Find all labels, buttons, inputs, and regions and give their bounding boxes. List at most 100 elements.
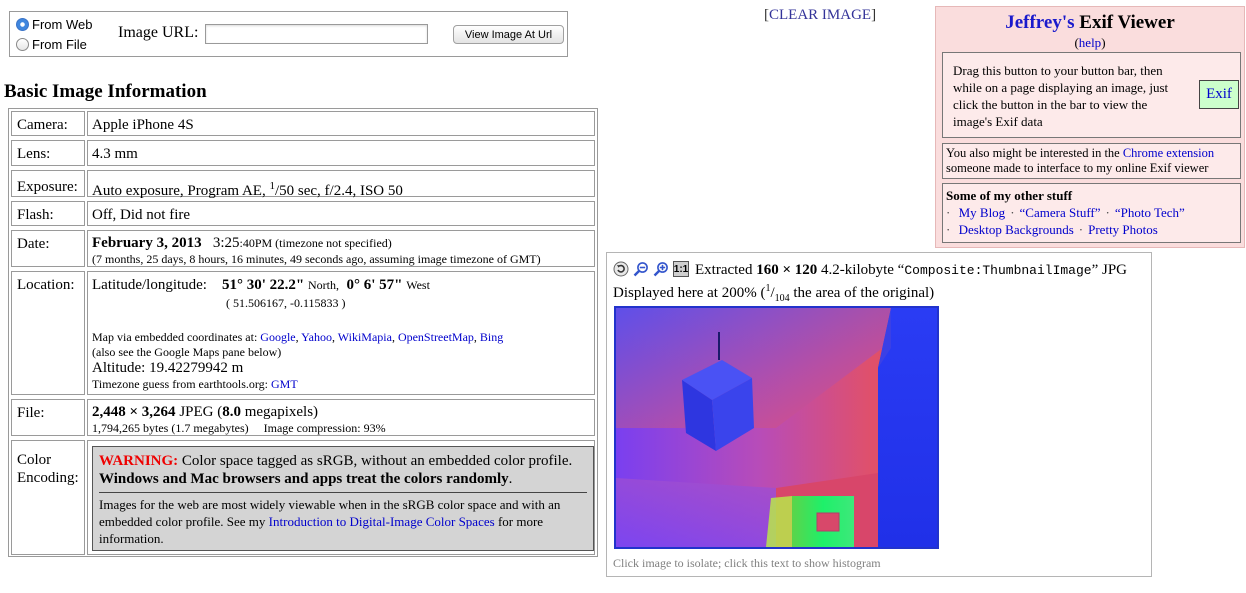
- other-stuff-title: Some of my other stuff: [946, 188, 1073, 203]
- date-label: Date:: [11, 230, 85, 267]
- map-link-google[interactable]: Google: [260, 330, 295, 344]
- title-rest: Exif Viewer: [1074, 12, 1175, 33]
- shutter-rest: /50 sec, f/2.4, ISO 50: [274, 183, 403, 199]
- view-image-button[interactable]: View Image At Url: [453, 25, 564, 44]
- file-value: 2,448 × 3,264 JPEG (8.0 megapixels) 1,79…: [87, 399, 595, 436]
- latitude-value: 51° 30' 22.2": [221, 277, 305, 293]
- thumbnail-image[interactable]: [614, 306, 939, 549]
- color-encoding-value: WARNING: Color space tagged as sRGB, wit…: [87, 440, 595, 555]
- latitude-dir: North,: [307, 278, 339, 292]
- latlon-decimal: ( 51.506167, -0.115833 ): [226, 296, 346, 310]
- thumbnail-toolbar: 1:1: [613, 261, 689, 277]
- displayed-text: Displayed here at 200% (: [613, 285, 766, 301]
- file-dimensions: 2,448 × 3,264: [92, 404, 176, 420]
- date-row: Date: February 3, 2013 3:25:40PM (timezo…: [9, 228, 597, 269]
- latlon-label: Latitude/longitude:: [92, 277, 207, 293]
- radio-selected-icon: [16, 18, 29, 31]
- color-label-line2: Encoding:: [17, 470, 79, 486]
- zoom-out-icon[interactable]: [633, 261, 649, 277]
- timezone-link[interactable]: GMT: [271, 377, 298, 391]
- basic-info-heading: Basic Image Information: [4, 81, 207, 102]
- camera-value: Apple iPhone 4S: [87, 111, 595, 136]
- file-row: File: 2,448 × 3,264 JPEG (8.0 megapixels…: [9, 397, 597, 438]
- longitude-dir: West: [406, 278, 430, 292]
- thumbnail-description: Extracted 160 × 120 4.2-kilobyte “Compos…: [695, 262, 1127, 279]
- thumbnail-format: ” JPG: [1091, 262, 1128, 278]
- image-source-form: From Web From File Image URL: View Image…: [9, 11, 568, 57]
- help-line: (help): [936, 35, 1244, 51]
- file-compression: Image compression: 93%: [263, 421, 386, 435]
- thumbnail-kb: 4.2-kilobyte “: [817, 262, 905, 278]
- from-web-radio[interactable]: From Web: [16, 17, 92, 32]
- lens-row: Lens: 4.3 mm: [9, 138, 597, 168]
- owner-name: Jeffrey's: [1005, 12, 1075, 33]
- file-bytes: 1,794,265 bytes (1.7 megabytes): [92, 421, 249, 435]
- help-paren-close: ): [1101, 35, 1106, 50]
- lens-label: Lens:: [11, 140, 85, 166]
- from-web-label: From Web: [32, 17, 93, 32]
- panel-title: Jeffrey's Exif Viewer: [936, 12, 1244, 34]
- location-label: Location:: [11, 271, 85, 395]
- exposure-mode: Auto exposure, Program AE,: [92, 183, 270, 199]
- lens-value: 4.3 mm: [87, 140, 595, 166]
- color-label-line1: Color: [17, 452, 52, 468]
- map-link-bing[interactable]: Bing: [480, 330, 503, 344]
- camera-label: Camera:: [11, 111, 85, 136]
- warning-more: Images for the web are most widely viewa…: [99, 496, 587, 547]
- map-link-yahoo[interactable]: Yahoo: [301, 330, 332, 344]
- thumbnail-zoom-note: Displayed here at 200% (1/104 the area o…: [613, 283, 935, 304]
- exposure-row: Exposure: Auto exposure, Program AE, 1/5…: [9, 168, 597, 199]
- exposure-label: Exposure:: [11, 170, 85, 197]
- map-via-text: Map via embedded coordinates at:: [92, 330, 258, 344]
- exif-bookmarklet-button[interactable]: Exif: [1199, 80, 1239, 109]
- from-file-radio[interactable]: From File: [16, 37, 87, 52]
- maps-pane-note: (also see the Google Maps pane below): [92, 345, 282, 359]
- map-link-wikimapia[interactable]: WikiMapia: [338, 330, 392, 344]
- my-blog-link[interactable]: My Blog: [959, 205, 1006, 220]
- altitude-value: Altitude: 19.42279942 m: [92, 360, 244, 376]
- chrome-extension-box: You also might be interested in the Chro…: [942, 143, 1241, 179]
- bracket-close: ]: [871, 7, 877, 23]
- file-megapixels-unit: megapixels): [240, 404, 319, 420]
- extracted-text: Extracted: [695, 262, 757, 278]
- photo-tech-link[interactable]: “Photo Tech”: [1115, 205, 1185, 220]
- pretty-photos-link[interactable]: Pretty Photos: [1088, 222, 1158, 237]
- other-stuff-box: Some of my other stuff · My Blog · “Camera…: [942, 183, 1241, 243]
- desktop-backgrounds-link[interactable]: Desktop Backgrounds: [959, 222, 1074, 237]
- rotate-icon[interactable]: [613, 261, 629, 277]
- time-main: 3:25: [212, 235, 240, 251]
- warning-divider: [99, 492, 587, 493]
- fraction-denominator: 104: [774, 293, 790, 304]
- thumbnail-size: 160 × 120: [756, 262, 818, 278]
- exif-viewer-panel: Jeffrey's Exif Viewer (help) Drag this b…: [935, 6, 1245, 248]
- flash-label: Flash:: [11, 201, 85, 226]
- thumbnail-tag: Composite:ThumbnailImage: [904, 263, 1092, 278]
- timezone-text: Timezone guess from earthtools.org:: [92, 377, 268, 391]
- zoom-in-icon[interactable]: [653, 261, 669, 277]
- time-rest: :40PM (timezone not specified): [239, 236, 392, 250]
- color-warning-box: WARNING: Color space tagged as sRGB, wit…: [92, 446, 594, 551]
- date-value: February 3, 2013 3:25:40PM (timezone not…: [87, 230, 595, 267]
- camera-stuff-link[interactable]: “Camera Stuff”: [1020, 205, 1101, 220]
- color-encoding-label: Color Encoding:: [11, 440, 85, 555]
- warning-bold: Windows and Mac browsers and apps treat …: [99, 471, 509, 487]
- clear-image-link[interactable]: CLEAR IMAGE: [769, 7, 871, 23]
- image-url-input[interactable]: [205, 24, 428, 44]
- warning-title: WARNING:: [99, 453, 179, 469]
- clear-image-link-wrap: [CLEAR IMAGE]: [764, 7, 876, 24]
- image-url-label: Image URL:: [118, 24, 199, 41]
- file-format: JPEG (: [175, 404, 223, 420]
- thumbnail-photo: [616, 308, 937, 547]
- color-spaces-link[interactable]: Introduction to Digital-Image Color Spac…: [269, 514, 495, 529]
- actual-size-icon[interactable]: 1:1: [673, 261, 689, 277]
- map-link-openstreetmap[interactable]: OpenStreetMap: [398, 330, 474, 344]
- date-relative: (7 months, 25 days, 8 hours, 16 minutes,…: [92, 252, 541, 266]
- chrome-text-pre: You also might be interested in the: [946, 146, 1123, 160]
- exposure-value: Auto exposure, Program AE, 1/50 sec, f/2…: [87, 170, 595, 199]
- chrome-text-post: someone made to interface to my online E…: [946, 161, 1209, 175]
- location-value: Latitude/longitude: 51° 30' 22.2" North,…: [87, 271, 595, 395]
- chrome-extension-link[interactable]: Chrome extension: [1123, 146, 1214, 160]
- help-link[interactable]: help: [1079, 35, 1101, 50]
- date-main: February 3, 2013: [92, 235, 202, 251]
- thumbnail-caption[interactable]: Click image to isolate; click this text …: [613, 556, 881, 571]
